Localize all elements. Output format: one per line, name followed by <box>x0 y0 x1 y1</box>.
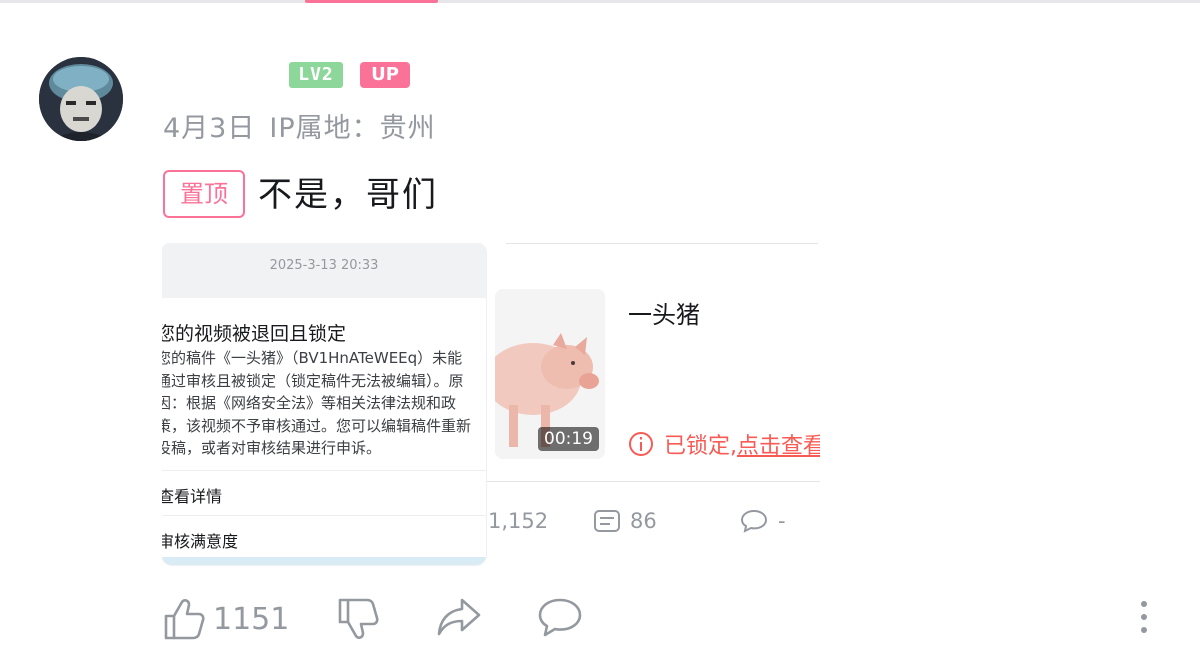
comment-count-value: - <box>778 509 786 533</box>
pinned-badge: 置顶 <box>163 170 245 218</box>
notice-title: 您的视频被退回且锁定 <box>162 323 347 345</box>
divider <box>162 470 486 471</box>
share-button[interactable] <box>436 597 482 637</box>
like-button[interactable]: 1151 <box>163 597 289 641</box>
view-details-link: 查看详情 <box>162 487 223 506</box>
comment-bubble-icon <box>538 598 582 637</box>
avatar-image <box>39 57 123 141</box>
active-tab-indicator <box>305 0 438 3</box>
notice-body-line: 投稿，或者对审核结果进行申诉。 <box>162 439 382 457</box>
notice-body-line: 因：根据《网络安全法》等相关法律法规和政 <box>162 394 457 412</box>
more-options-icon[interactable] <box>1137 601 1151 641</box>
divider <box>162 515 486 516</box>
video-title: 一头猪 <box>628 301 700 329</box>
share-arrow-icon <box>437 598 481 636</box>
comment-date: 4月3日 <box>163 113 256 144</box>
comment-text: 不是，哥们 <box>258 175 438 215</box>
comment-meta: 4月3日 IP属地：贵州 <box>163 106 436 145</box>
up-badge: UP <box>360 62 410 88</box>
like-count: 1151 <box>213 601 290 637</box>
video-duration: 00:19 <box>538 427 599 451</box>
divider <box>480 481 820 482</box>
danmaku-count-value: 86 <box>630 509 657 533</box>
comment-bubble-icon <box>740 509 768 533</box>
notice-bottom-bar <box>162 557 486 565</box>
view-locked-link: 点击查看 <box>737 434 820 459</box>
avatar[interactable] <box>39 57 123 141</box>
divider <box>506 243 818 244</box>
danmaku-count: 86 <box>594 509 657 533</box>
video-card: 00:19 一头猪 已锁定, 点击查看 1,152 86 - <box>462 243 820 568</box>
danmaku-icon <box>594 510 620 532</box>
info-icon <box>629 432 653 456</box>
comment-count: - <box>740 509 786 533</box>
locked-label: 已锁定, <box>664 434 737 459</box>
locked-status: 已锁定, 点击查看 <box>628 429 820 459</box>
play-count-value: 1,152 <box>488 509 549 533</box>
level-badge: LV2 <box>289 62 343 88</box>
notice-body-line: 策，该视频不予审核通过。您可以编辑稿件重新 <box>162 416 472 435</box>
dislike-button[interactable] <box>337 597 379 641</box>
review-notice-card: 2025-3-13 20:33 您的视频被退回且锁定 您的稿件《一头猪》（BV1… <box>162 243 486 565</box>
reply-button[interactable] <box>537 597 583 639</box>
thumbs-up-icon <box>164 599 205 640</box>
notice-body: 您的稿件《一头猪》（BV1HnATeWEEq）未能 通过审核且被锁定（锁定稿件无… <box>162 347 486 460</box>
notice-body-line: 您的稿件《一头猪》（BV1HnATeWEEq）未能 <box>162 349 463 367</box>
ip-location: IP属地：贵州 <box>269 113 436 144</box>
top-divider <box>0 0 1200 3</box>
thumbs-down-icon <box>338 598 379 639</box>
notice-body-line: 通过审核且被锁定（锁定稿件无法被编辑）。原 <box>162 371 464 390</box>
audit-satisfaction-link: 审核满意度 <box>162 532 239 551</box>
video-thumbnail: 00:19 <box>495 289 605 459</box>
notice-timestamp: 2025-3-13 20:33 <box>162 243 486 298</box>
attached-screenshot[interactable]: 2025-3-13 20:33 您的视频被退回且锁定 您的稿件《一头猪》（BV1… <box>162 243 820 568</box>
